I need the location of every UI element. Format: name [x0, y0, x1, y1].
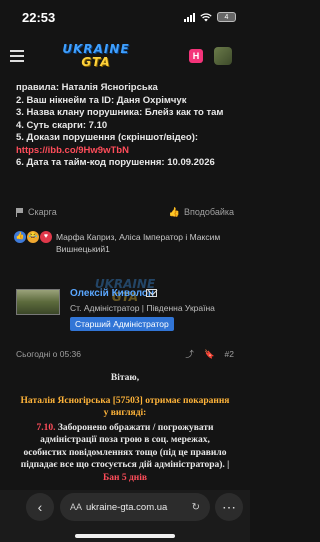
status-time: 22:53 — [22, 9, 56, 25]
reaction-icons: 👍 😂 ♥ — [14, 231, 52, 243]
back-button[interactable]: ‹ — [26, 493, 54, 521]
chevron-left-icon: ‹ — [37, 499, 43, 515]
author-role: Ст. Адміністратор | Південна Україна — [70, 303, 215, 313]
cellular-signal-icon — [184, 12, 195, 22]
home-indicator — [75, 534, 175, 538]
laugh-reaction-icon: 😂 — [27, 231, 39, 243]
author-avatar[interactable] — [16, 289, 60, 315]
post-date[interactable]: Сьогодні о 05:36 — [16, 349, 81, 359]
url-text: ukraine-gta.com.ua — [86, 501, 168, 513]
like-label: Вподобайка — [183, 207, 234, 217]
post-line: 5. Докази порушення (скріншот/відео): — [16, 132, 199, 143]
report-label: Скарга — [28, 207, 57, 217]
bookmark-icon[interactable]: 🔖 — [204, 349, 215, 360]
battery-icon: 4 — [217, 12, 236, 22]
post-1-actions: Скарга 👍 Вподобайка — [0, 205, 250, 219]
site-logo[interactable]: UKRAINE GTA — [54, 40, 138, 72]
notification-badge[interactable]: H — [189, 49, 203, 63]
author-name[interactable]: Олексій Киволон — [70, 288, 154, 299]
post-line: 6. Дата та тайм-код порушення: 10.09.202… — [16, 157, 215, 168]
reload-icon[interactable]: ↻ — [192, 502, 200, 513]
author-rank-badge: Старший Адміністратор — [70, 317, 174, 331]
share-icon[interactable]: ⤴ — [185, 348, 194, 360]
post-2-header: Олексій Киволон Ст. Адміністратор | Півд… — [12, 285, 238, 337]
post-line: 4. Суть скарги: 7.10 — [16, 119, 108, 131]
user-avatar[interactable] — [214, 47, 232, 65]
rule-number: 7.10. — [36, 422, 56, 433]
more-button[interactable]: ⋯ — [215, 493, 243, 521]
accused-line: Наталія Ясногірська [57503] отримає пока… — [20, 395, 230, 419]
post-meta-actions: ⤴ 🔖 #2 — [185, 348, 234, 360]
logo-text-bottom: GTA — [81, 55, 111, 69]
reactions-summary[interactable]: 👍 😂 ♥ Марфа Каприз, Аліса Імператор і Ма… — [14, 231, 238, 261]
report-button[interactable]: Скарга — [16, 207, 57, 217]
flag-icon — [16, 207, 24, 217]
post-line: 2. Ваш нікнейм та ID: Даня Охрімчук — [16, 94, 187, 106]
reader-mode-button[interactable]: AA — [70, 502, 82, 512]
rule-text: 7.10. Заборонено ображати / погрожувати … — [18, 422, 232, 485]
greeting: Вітаю, — [110, 373, 140, 383]
like-reaction-icon: 👍 — [14, 231, 26, 243]
site-header: UKRAINE GTA H — [0, 38, 250, 74]
punishment: Бан 5 днів — [102, 472, 148, 483]
status-icons: 4 — [184, 12, 236, 22]
mail-icon[interactable] — [146, 289, 157, 297]
post-line: правила: Наталія Ясногірська — [16, 82, 158, 93]
post-1-body: правила: Наталія Ясногірська 2. Ваш нікн… — [0, 82, 250, 170]
thumbs-up-icon: 👍 — [168, 206, 180, 217]
evidence-link[interactable]: https://ibb.co/9Hw9wTbN — [16, 145, 234, 158]
post-2-body: Вітаю, Наталія Ясногірська [57503] отрим… — [0, 370, 250, 484]
post-number[interactable]: #2 — [225, 349, 234, 359]
post-line: 3. Назва клану порушника: Блейз как то т… — [16, 107, 224, 118]
post-2-meta: Сьогодні о 05:36 ⤴ 🔖 #2 — [0, 347, 250, 361]
menu-icon[interactable] — [10, 50, 24, 62]
status-bar: 22:53 4 — [0, 0, 250, 34]
more-icon: ⋯ — [222, 498, 236, 515]
wifi-icon — [200, 12, 212, 21]
heart-reaction-icon: ♥ — [40, 231, 52, 243]
address-bar[interactable]: AA ukraine-gta.com.ua ↻ — [60, 493, 210, 521]
browser-toolbar: ‹ AA ukraine-gta.com.ua ↻ ⋯ — [0, 490, 250, 542]
like-button[interactable]: 👍 Вподобайка — [169, 207, 234, 218]
reactions-text: Марфа Каприз, Аліса Імператор і Максим В… — [56, 232, 221, 254]
